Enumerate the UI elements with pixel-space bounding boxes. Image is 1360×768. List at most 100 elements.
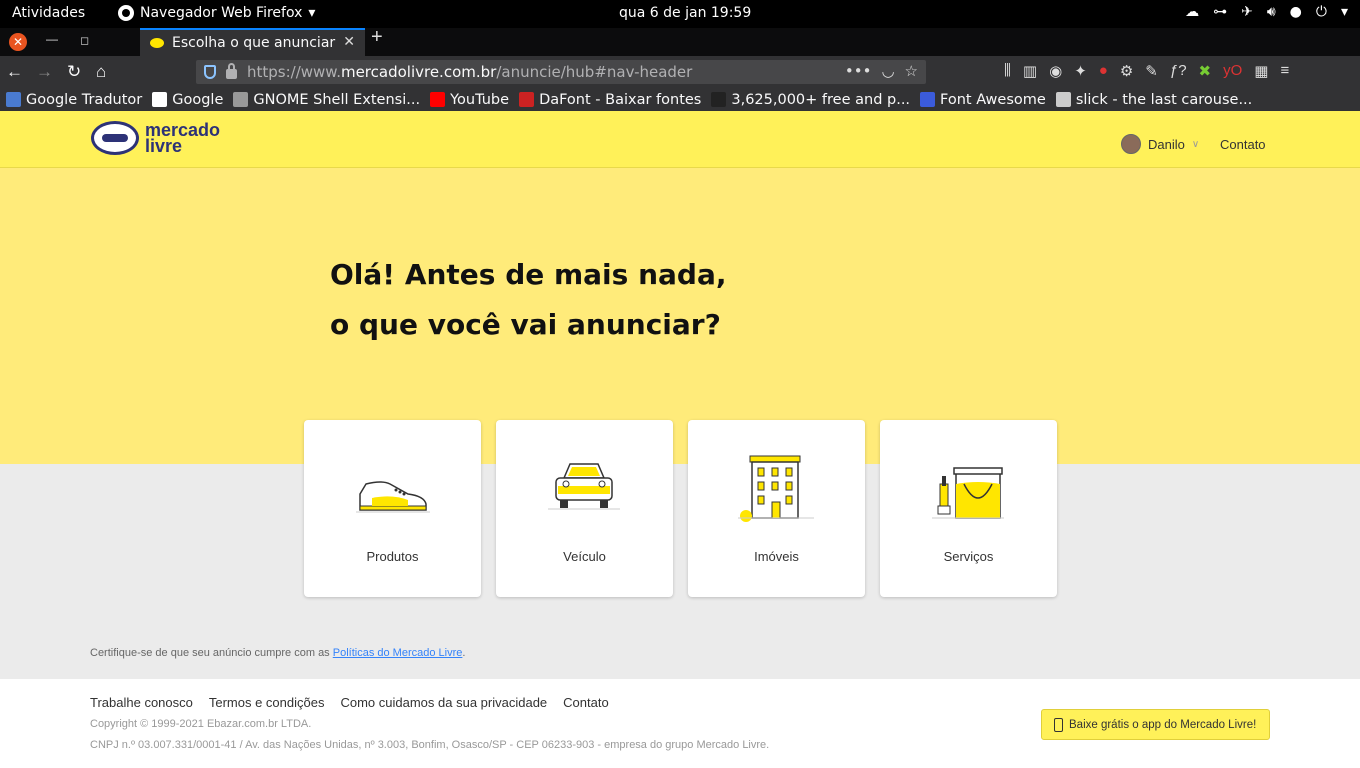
bookmark-label: DaFont - Baixar fontes [539,91,702,108]
bookmark-item[interactable]: 3,625,000+ free and p... [711,92,910,108]
app-menu-label: Navegador Web Firefox [140,5,303,21]
sneaker-icon [356,481,430,513]
bookmark-label: slick - the last carouse... [1075,91,1253,108]
hero-section: Olá! Antes de mais nada, o que você vai … [0,168,1360,464]
app-menu[interactable]: Navegador Web Firefox ▾ [118,5,315,21]
company-info: CNPJ n.º 03.007.331/0001-41 / Av. das Na… [90,739,770,751]
google-translate-icon [6,92,21,107]
paint-bucket-icon [932,467,1004,519]
category-label: Produtos [366,549,419,564]
settings-gear-icon[interactable]: ⚙ [1120,62,1133,80]
sidebar-icon[interactable]: ▥ [1023,62,1037,80]
url-actions: ••• ◡ ☆ [845,62,918,80]
dafont-icon [519,92,535,107]
url-text[interactable]: https://www.mercadolivre.com.br/anuncie/… [247,63,692,81]
page-actions-icon[interactable]: ••• [845,62,872,80]
footer-link-contact[interactable]: Contato [563,695,609,710]
mercadolivre-logo[interactable]: mercado livre [91,121,220,155]
volume-icon: 🔊︎ [1266,4,1276,20]
gnome-icon [233,92,249,107]
chevron-down-icon: ▾ [1340,4,1348,20]
window-minimize-button[interactable]: — [46,32,58,46]
system-tray[interactable]: ☁ ⊶ ✈ 🔊︎ ● ⏻ ▾ [1185,4,1348,20]
chevron-down-icon: ∨ [1191,138,1200,150]
contact-link[interactable]: Contato [1220,137,1266,152]
user-name: Danilo [1148,136,1185,152]
bookmark-item[interactable]: Font Awesome [920,92,1046,108]
home-button[interactable]: ⌂ [96,62,106,82]
bookmark-star-icon[interactable]: ☆ [905,62,918,80]
new-tab-button[interactable]: + [371,26,383,49]
cloud-icon: ☁ [1185,4,1200,20]
category-card-produtos[interactable]: Produtos [304,420,481,597]
category-label: Veículo [563,549,606,564]
tab-title: Escolha o que anunciar [172,35,336,51]
menu-icon[interactable]: ≡ [1280,62,1289,80]
bookmark-label: Google [172,91,224,108]
category-card-servicos[interactable]: Serviços [880,420,1057,597]
navigation-toolbar: ← → ↻ ⌂ https://www.mercadolivre.com.br/… [0,56,1360,88]
download-app-button[interactable]: Baixe grátis o app do Mercado Livre! [1041,709,1270,740]
font-finder-icon[interactable]: ƒ? [1170,62,1187,80]
bookmark-item[interactable]: DaFont - Baixar fontes [519,92,701,108]
category-label: Serviços [943,549,994,564]
ladybug-icon[interactable]: ● [1099,62,1108,80]
bookmark-label: YouTube [450,91,510,108]
footer: Trabalhe conosco Termos e condições Como… [0,679,1360,768]
bookmarks-bar: Google Tradutor Google GNOME Shell Extensi… [0,88,1360,111]
extensions-icon[interactable]: ▦ [1254,62,1268,80]
category-card-veiculo[interactable]: Veículo [496,420,673,597]
microphone-icon: ● [1289,4,1302,20]
bookmark-item[interactable]: Google Tradutor [6,92,142,108]
library-icon[interactable]: ⫼ [1004,62,1011,80]
policy-link[interactable]: Políticas do Mercado Livre [333,647,463,659]
gnome-extension-icon[interactable]: ✦ [1074,62,1087,80]
clock[interactable]: qua 6 de jan 19:59 [619,5,751,21]
footer-link-terms[interactable]: Termos e condições [209,695,325,710]
forward-button[interactable]: → [36,62,53,82]
bookmark-label: GNOME Shell Extensi... [253,91,421,108]
firefox-icon [118,5,134,21]
account-icon[interactable]: ◉ [1049,62,1062,80]
bookmark-item[interactable]: GNOME Shell Extensi... [233,92,420,108]
category-card-imoveis[interactable]: Imóveis [688,420,865,597]
bookmark-label: Google Tradutor [26,91,143,108]
activities-button[interactable]: Atividades [12,5,85,21]
font-awesome-icon [920,92,936,107]
avatar [1121,134,1141,154]
lock-icon[interactable] [226,63,237,79]
tab-close-icon[interactable]: ✕ [343,34,355,50]
user-menu[interactable]: Danilo ∨ [1121,134,1199,154]
footer-links: Trabalhe conosco Termos e condições Como… [90,695,609,710]
x-extension-icon[interactable]: ✖ [1199,62,1212,80]
yo-extension-icon[interactable]: yO [1223,62,1242,80]
globe-icon [1055,92,1071,107]
freepik-icon [711,92,727,107]
back-button[interactable]: ← [6,62,23,82]
building-icon [738,455,814,522]
airplane-icon: ✈ [1241,4,1253,20]
network-icon: ⊶ [1213,4,1228,20]
phone-icon [1054,717,1063,732]
bookmark-item[interactable]: Google [152,92,223,108]
tab-strip: ✕ — ◻ Escolha o que anunciar ✕ + [0,26,1360,56]
bookmark-label: 3,625,000+ free and p... [731,91,911,108]
bookmark-item[interactable]: YouTube [430,92,509,108]
tracking-protection-icon[interactable] [204,65,216,79]
app-banner-label: Baixe grátis o app do Mercado Livre! [1069,718,1257,731]
policy-notice: Certifique-se de que seu anúncio cumpre … [90,647,466,659]
window-close-button[interactable]: ✕ [9,33,27,51]
logo-line2: livre [145,136,183,156]
reload-button[interactable]: ↻ [67,62,81,82]
footer-link-careers[interactable]: Trabalhe conosco [90,695,193,710]
pocket-icon[interactable]: ◡ [881,62,894,80]
system-top-bar: Atividades Navegador Web Firefox ▾ qua 6… [0,0,1360,28]
color-picker-icon[interactable]: ✎ [1145,62,1158,80]
footer-link-privacy[interactable]: Como cuidamos da sua privacidade [340,695,547,710]
url-bar[interactable]: https://www.mercadolivre.com.br/anuncie/… [196,60,926,84]
tab-active[interactable]: Escolha o que anunciar ✕ [140,28,365,56]
bookmark-item[interactable]: slick - the last carouse... [1055,91,1253,108]
bookmark-label: Font Awesome [940,91,1046,108]
google-icon [152,92,168,107]
window-maximize-button[interactable]: ◻ [80,34,89,47]
